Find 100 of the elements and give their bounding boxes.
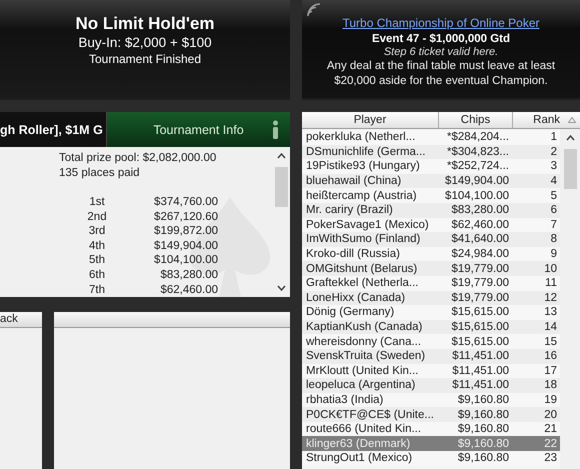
chip-count: *$284,204... <box>446 131 510 144</box>
player-name: DSmunichlife (Germa... <box>305 146 427 158</box>
payout-amount: $374,760.00 <box>153 195 218 210</box>
arcs-logo-icon <box>306 2 322 18</box>
player-row[interactable]: Mr. cariry (Brazil) $83,280.00 6 <box>302 202 560 218</box>
chip-count: $11,451.00 <box>451 379 510 392</box>
rank-number: 15 <box>543 336 558 348</box>
chip-count: $9,160.80 <box>456 438 510 450</box>
event-link[interactable]: Turbo Championship of Online Poker <box>342 16 540 30</box>
player-row[interactable]: Kroko-dill (Russia) $24,984.00 9 <box>302 246 560 262</box>
player-name: leopeluca (Argentina) <box>305 379 416 392</box>
player-row[interactable]: klinger63 (Denmark) $9,160.80 22 <box>302 436 560 452</box>
payout-place: 7th <box>88 282 106 297</box>
player-name: PokerSavage1 (Mexico) <box>305 218 430 231</box>
prize-pool-text: Total prize pool: $2,082,000.00 <box>59 151 218 166</box>
column-header[interactable]: Chips <box>439 112 513 128</box>
tab[interactable]: gh Roller], $1M G <box>0 112 107 147</box>
rank-number: 18 <box>543 379 558 392</box>
payout-amount: $104,100.00 <box>153 253 218 268</box>
scroll-up-icon[interactable] <box>276 153 286 159</box>
player-name: LoneHixx (Canada) <box>305 292 406 304</box>
player-name: P0CK€TF@CE$ (Unite... <box>305 408 435 421</box>
chip-count: $19,779.00 <box>450 262 510 275</box>
rank-number: 22 <box>543 438 558 450</box>
player-row[interactable]: P0CK€TF@CE$ (Unite... $9,160.80 20 <box>302 407 560 422</box>
chip-count: $104,100.00 <box>444 190 510 202</box>
scroll-up-icon[interactable] <box>566 135 574 141</box>
player-row[interactable]: bluehawail (China) $149,904.00 4 <box>302 174 560 188</box>
payout-amount: $62,460.00 <box>159 282 218 297</box>
tab[interactable]: Tournament Info <box>107 112 290 147</box>
payout-amount: $149,904.00 <box>153 238 218 254</box>
rank-number: 1 <box>550 131 558 144</box>
ticket-note: Step 6 ticket valid here. <box>382 46 500 58</box>
payout-amount: $267,120.60 <box>153 210 218 224</box>
payout-place: 4th <box>88 238 106 254</box>
chip-count: $11,451.00 <box>451 364 510 377</box>
player-row[interactable]: PokerSavage1 (Mexico) $62,460.00 7 <box>302 218 560 232</box>
player-row[interactable]: ImWithSumo (Finland) $41,640.00 8 <box>302 232 560 247</box>
player-row[interactable]: LoneHixx (Canada) $19,779.00 12 <box>302 290 560 306</box>
rank-number: 13 <box>543 306 558 318</box>
player-name: KaptianKush (Canada) <box>305 321 424 334</box>
chip-count: $19,779.00 <box>450 277 510 290</box>
payout-amount: $199,872.00 <box>153 224 218 239</box>
rank-number: 16 <box>543 350 558 362</box>
rank-number: 4 <box>550 175 558 188</box>
player-name: klinger63 (Denmark) <box>305 438 412 450</box>
scroll-thumb[interactable] <box>564 149 576 189</box>
player-row[interactable]: OMGitshunt (Belarus) $19,779.00 10 <box>302 261 560 276</box>
player-row[interactable]: route666 (United Kin... $9,160.80 21 <box>302 422 560 436</box>
player-name: Mr. cariry (Brazil) <box>305 204 394 216</box>
rank-number: 19 <box>543 394 558 406</box>
player-row[interactable]: MrKloutt (United Kin... $11,451.00 17 <box>302 364 560 378</box>
rank-number: 17 <box>543 364 558 377</box>
deal-message: Any deal at the final table must leave at least $20,000 aside for the eventual Champion. <box>326 59 556 89</box>
player-name: Graftekkel (Netherla... <box>305 277 420 290</box>
player-name: rbhatia3 (India) <box>305 394 384 406</box>
player-row[interactable]: SvenskTruita (Sweden) $11,451.00 16 <box>302 348 560 364</box>
column-header[interactable]: Player <box>302 112 439 128</box>
player-name: pokerkluka (Netherl... <box>305 131 416 144</box>
rank-number: 6 <box>550 204 558 216</box>
rank-number: 7 <box>550 218 558 231</box>
chip-count: $24,984.00 <box>450 248 510 260</box>
player-row[interactable]: KaptianKush (Canada) $15,615.00 14 <box>302 320 560 334</box>
player-name: OMGitshunt (Belarus) <box>305 262 418 275</box>
chip-count: $83,280.00 <box>450 204 510 216</box>
chip-count: $15,615.00 <box>450 321 510 334</box>
player-row[interactable]: leopeluca (Argentina) $11,451.00 18 <box>302 378 560 393</box>
chip-count: $11,451.00 <box>451 350 510 362</box>
rank-number: 14 <box>543 321 558 334</box>
scroll-thumb[interactable] <box>274 167 288 207</box>
chip-count: *$252,724... <box>446 160 510 172</box>
payout-place: 2nd <box>86 210 108 224</box>
player-name: route666 (United Kin... <box>305 423 422 436</box>
payout-place: 1st <box>88 195 106 210</box>
info-icon <box>271 120 280 140</box>
game-title: No Limit Hold'em <box>74 14 216 34</box>
chip-count: $41,640.00 <box>450 233 510 246</box>
chip-count: $9,160.80 <box>456 408 510 421</box>
column-header[interactable]: Rank <box>513 112 580 128</box>
chip-count: $9,160.80 <box>456 423 510 436</box>
rank-number: 11 <box>544 277 558 290</box>
rank-number: 10 <box>543 262 558 275</box>
scrollbar[interactable] <box>560 129 580 469</box>
player-name: heißtercamp (Austria) <box>305 190 418 202</box>
scroll-down-icon[interactable] <box>276 285 286 291</box>
player-name: MrKloutt (United Kin... <box>305 364 420 377</box>
player-name: 19Pistike93 (Hungary) <box>305 160 421 172</box>
chip-count: *$304,823... <box>446 146 510 158</box>
player-row[interactable]: DSmunichlife (Germa... *$304,823... 2 <box>302 144 560 160</box>
column-header[interactable]: ack <box>0 312 42 328</box>
payout-amount: $83,280.00 <box>159 268 218 283</box>
chip-count: $9,160.80 <box>456 394 510 406</box>
player-name: ImWithSumo (Finland) <box>305 233 422 246</box>
payout-place: 6th <box>88 268 106 283</box>
rank-number: 9 <box>550 248 558 260</box>
player-name: whereisdonny (Cana... <box>305 336 422 348</box>
player-row[interactable]: rbhatia3 (India) $9,160.80 19 <box>302 392 560 408</box>
rank-number: 3 <box>550 160 558 172</box>
player-name: StrungOut1 (Mexico) <box>305 452 414 464</box>
rank-number: 5 <box>550 190 558 202</box>
